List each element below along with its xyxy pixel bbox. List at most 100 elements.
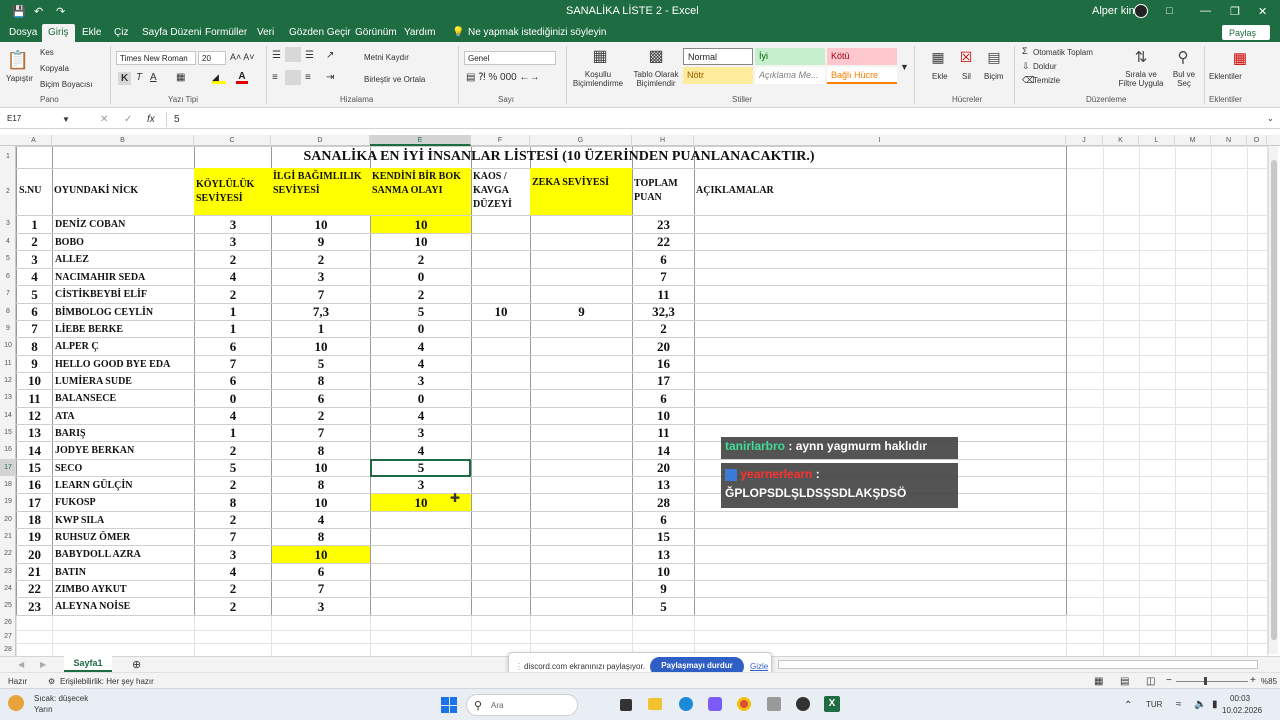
score-cell[interactable]: 7 (633, 269, 694, 285)
score-cell[interactable]: 2 (195, 442, 271, 459)
cut-button[interactable]: Kes (40, 48, 54, 57)
col-header[interactable]: I (694, 135, 1066, 146)
score-cell[interactable]: 8 (272, 442, 370, 459)
nick-cell[interactable]: LUMİERA SUDE (53, 373, 194, 389)
score-cell[interactable]: 7 (272, 581, 370, 597)
clear-button[interactable]: Temizle (1033, 76, 1060, 85)
language-indicator[interactable]: TUR (1146, 700, 1162, 709)
score-cell[interactable]: 16 (633, 356, 694, 372)
nick-cell[interactable]: ATA (53, 408, 194, 424)
format-cells-button[interactable]: Biçim (984, 72, 1004, 81)
weather-icon[interactable] (8, 695, 24, 711)
score-cell[interactable]: 7,3 (272, 304, 370, 320)
sno-cell[interactable]: 12 (17, 408, 52, 424)
col-header[interactable]: F (471, 135, 530, 146)
edge-icon[interactable] (679, 697, 693, 711)
score-cell[interactable] (531, 598, 632, 615)
score-cell[interactable] (531, 408, 632, 424)
delete-cells-icon[interactable]: ☒ (956, 47, 976, 67)
score-cell[interactable]: 23 (633, 216, 694, 233)
undo-icon[interactable]: ↶ (34, 5, 43, 18)
row-header[interactable]: 26 (0, 615, 16, 630)
currency-icon[interactable]: ▤ ⁈ % 000 ←→ (466, 72, 539, 83)
clock-date[interactable]: 10.02.2026 (1222, 706, 1262, 715)
formula-input[interactable]: 5 (174, 114, 180, 125)
tab-veri[interactable]: Veri (257, 27, 274, 38)
score-cell[interactable] (531, 581, 632, 597)
sno-cell[interactable]: 18 (17, 512, 52, 528)
tab-ekle[interactable]: Ekle (82, 27, 101, 38)
score-cell[interactable]: 10 (272, 546, 370, 563)
score-cell[interactable]: 3 (195, 216, 271, 233)
redo-icon[interactable]: ↷ (56, 5, 65, 18)
styles-more-icon[interactable]: ▼ (900, 62, 909, 72)
sno-cell[interactable]: 13 (17, 425, 52, 441)
score-cell[interactable]: 7 (272, 425, 370, 441)
col-header[interactable]: D (271, 135, 370, 146)
file-explorer-icon[interactable] (648, 698, 662, 710)
nick-cell[interactable]: FUKOSP (53, 494, 194, 511)
score-cell[interactable]: 5 (371, 304, 471, 320)
sno-cell[interactable]: 15 (17, 460, 52, 476)
underline-button[interactable]: A (150, 72, 157, 83)
score-cell[interactable]: 6 (195, 373, 271, 389)
score-cell[interactable]: 8 (195, 494, 271, 511)
insert-cells-icon[interactable]: ▦ (928, 47, 948, 67)
sno-cell[interactable]: 16 (17, 477, 52, 493)
start-icon[interactable] (441, 697, 457, 713)
score-cell[interactable]: 6 (633, 251, 694, 268)
row-header[interactable]: 7 (0, 285, 16, 303)
maximize-icon[interactable]: ❐ (1230, 5, 1240, 18)
sno-cell[interactable]: 11 (17, 390, 52, 407)
nick-cell[interactable]: SECO (53, 460, 194, 476)
row-header[interactable]: 24 (0, 580, 16, 597)
row-header[interactable]: 2 (0, 168, 16, 215)
style-neutral[interactable]: Nötr (683, 67, 753, 84)
score-cell[interactable]: 8 (272, 373, 370, 389)
find-select-icon[interactable]: ⚲ (1172, 46, 1194, 68)
score-cell[interactable]: 10 (633, 408, 694, 424)
wrap-text-button[interactable]: Metni Kaydır (364, 53, 409, 62)
score-cell[interactable] (472, 529, 530, 545)
tab-yardim[interactable]: Yardım (404, 27, 436, 38)
header-nick[interactable]: OYUNDAKİ NİCK (52, 182, 194, 202)
row-header[interactable]: 19 (0, 493, 16, 511)
zoom-level[interactable]: %85 (1261, 677, 1277, 686)
name-box-dropdown-icon[interactable]: ▼ (62, 115, 70, 124)
scrollbar-thumb[interactable] (1271, 160, 1277, 640)
row-header[interactable]: 22 (0, 545, 16, 563)
align-bottom-icon[interactable]: ☰ (305, 50, 314, 61)
indent-icon[interactable]: ⇥ (326, 72, 334, 83)
sno-cell[interactable]: 3 (17, 251, 52, 268)
name-box[interactable]: E17 (4, 112, 70, 127)
fill-color-icon[interactable]: ◢ (212, 72, 226, 84)
avatar[interactable] (1134, 4, 1148, 18)
sheet-title[interactable]: SANALİKA EN İYİ İNSANLAR LİSTESİ (10 ÜZE… (52, 147, 1066, 167)
align-right-icon[interactable]: ≡ (305, 72, 311, 83)
nick-cell[interactable]: ZIMBO AYKUT (53, 581, 194, 597)
col-header[interactable]: G (530, 135, 632, 146)
accessibility-icon[interactable]: ⚙ (48, 677, 55, 686)
col-header[interactable]: N (1211, 135, 1247, 146)
header-toplam[interactable]: TOPLAM PUAN (632, 168, 694, 215)
nick-cell[interactable]: ALEYNA NOİSE (53, 598, 194, 615)
score-cell[interactable] (531, 373, 632, 389)
score-cell[interactable] (531, 564, 632, 580)
score-cell[interactable]: 17 (633, 373, 694, 389)
header-ilgi[interactable]: İLGİ BAĞIMLILIK SEVİYESİ (271, 168, 370, 215)
borders-icon[interactable]: ▦ (176, 72, 185, 83)
score-cell[interactable]: 4 (272, 512, 370, 528)
tell-me-search[interactable]: Ne yapmak istediğinizi söyleyin (468, 27, 606, 38)
sno-cell[interactable]: 8 (17, 338, 52, 355)
row-header[interactable]: 12 (0, 372, 16, 389)
accessibility-status[interactable]: Erişilebilirlik: Her şey hazır (60, 677, 154, 686)
score-cell[interactable]: 9 (531, 304, 632, 320)
sno-cell[interactable]: 21 (17, 564, 52, 580)
score-cell[interactable] (472, 390, 530, 407)
score-cell[interactable]: 10 (272, 494, 370, 511)
header-kaos[interactable]: KAOS / KAVGA DÜZEYİ (471, 168, 530, 215)
score-cell[interactable]: 32,3 (633, 304, 694, 320)
nick-cell[interactable]: KWP SILA (53, 512, 194, 528)
score-cell[interactable]: 1 (195, 425, 271, 441)
fill-icon[interactable]: ⇩ (1022, 61, 1030, 72)
